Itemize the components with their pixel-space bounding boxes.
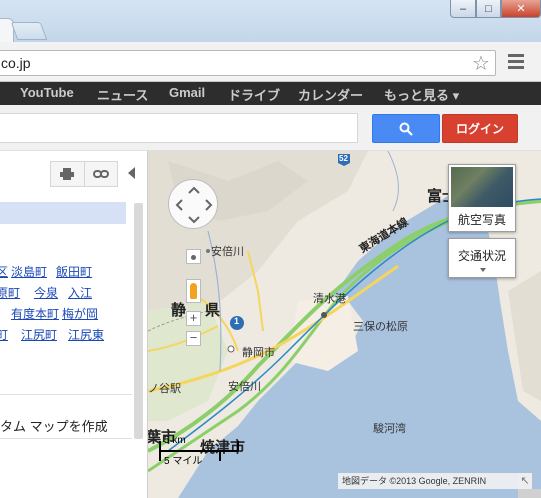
aerial-view-toggle[interactable]: 航空写真 [448,164,516,232]
panel-tools [50,161,118,187]
horizontal-scrollbar[interactable] [518,489,541,498]
gbar-news[interactable]: ニュース [97,85,148,104]
login-button[interactable]: ログイン [442,114,518,143]
place-link[interactable]: 原町 [0,284,20,301]
create-custom-map-link[interactable]: タム マップを作成 [0,416,108,435]
search-row: ログイン [0,105,541,151]
my-location-button[interactable] [186,249,201,264]
close-icon[interactable]: ✕ [501,0,541,18]
collapse-panel-icon[interactable] [128,167,135,179]
browser-toolbar: co.jp ☆ [0,42,541,82]
map-label-pref: 静 [171,302,187,319]
gbar-youtube[interactable]: YouTube [20,85,74,100]
print-icon[interactable] [51,162,84,186]
gbar-more[interactable]: もっと見る ▾ [384,85,459,104]
aerial-label: 航空写真 [457,213,506,227]
pan-control[interactable] [168,179,218,229]
map-label-abekawa: 安倍川 [211,246,244,258]
place-link[interactable]: 梅が岡 [62,305,98,322]
address-bar[interactable]: co.jp [0,50,496,76]
zoom-out-button[interactable]: − [186,331,201,346]
new-tab-button[interactable] [10,22,48,40]
map-canvas[interactable]: 静 県 富士 安倍川 清水港 三保の松原 静岡市 安倍川 ノ谷駅 駿河湾 東海道… [148,151,541,498]
scale-km-label: 5 km [164,435,186,446]
map-label-suruga: 駿河湾 [373,423,406,435]
gbar-calendar[interactable]: カレンダー [298,85,363,104]
scale-bar: 5 km 5 マイル [158,435,248,467]
map-label-shimizu: 清水港 [313,293,346,305]
map-label-pref: 県 [205,302,221,319]
aerial-thumbnail [451,167,513,207]
link-icon[interactable] [83,162,118,186]
place-link[interactable]: 有度本町 [11,305,59,322]
place-link[interactable]: 町 [0,326,8,343]
minimize-icon[interactable]: – [450,0,476,18]
map-copyright: 地図データ ©2013 Google, ZENRIN [338,473,518,489]
search-input[interactable] [0,113,358,143]
place-link[interactable]: 飯田町 [56,263,92,280]
map-label-abekawa2: 安倍川 [228,381,261,393]
selected-result-row[interactable] [0,202,126,224]
side-panel: 区 淡島町 飯田町 原町 今泉 入江 有度本町 梅が岡 町 江尻町 江尻東 タム… [0,151,148,498]
traffic-toggle[interactable]: 交通状況 [448,238,516,278]
place-link[interactable]: 江尻東 [68,326,104,343]
gbar-gmail[interactable]: Gmail [169,85,205,100]
search-icon [399,122,413,136]
place-link[interactable]: 入江 [68,284,92,301]
place-link[interactable]: 区 [0,263,8,280]
pan-arrows-icon [175,186,213,224]
route-1-label: 1 [234,316,240,326]
route-52-label: 52 [339,154,348,163]
place-link[interactable]: 淡島町 [11,263,47,280]
map-label-miho: 三保の松原 [353,321,408,333]
chevron-down-icon [480,268,486,272]
zoom-in-button[interactable]: + [186,311,201,326]
traffic-label: 交通状況 [457,249,506,263]
map-label-shizuoka: 静岡市 [242,347,275,359]
resize-icon[interactable]: ↖ [518,473,532,489]
browser-menu-icon[interactable] [508,54,524,72]
window-titlebar: – □ ✕ [0,0,541,44]
panel-divider [0,438,132,439]
place-link[interactable]: 今泉 [34,284,58,301]
bookmark-star-icon[interactable]: ☆ [472,51,490,76]
google-bar: YouTube ニュース Gmail ドライブ カレンダー もっと見る ▾ [0,82,541,105]
search-button[interactable] [372,114,440,143]
maximize-icon[interactable]: □ [476,0,501,18]
gbar-drive[interactable]: ドライブ [228,85,280,104]
pegman-icon[interactable] [186,279,201,303]
scale-mile-label: 5 マイル [164,456,203,467]
place-link[interactable]: 江尻町 [21,326,57,343]
map-label-station: ノ谷駅 [148,383,181,395]
panel-divider [0,394,132,395]
panel-scrollbar[interactable] [134,203,143,439]
